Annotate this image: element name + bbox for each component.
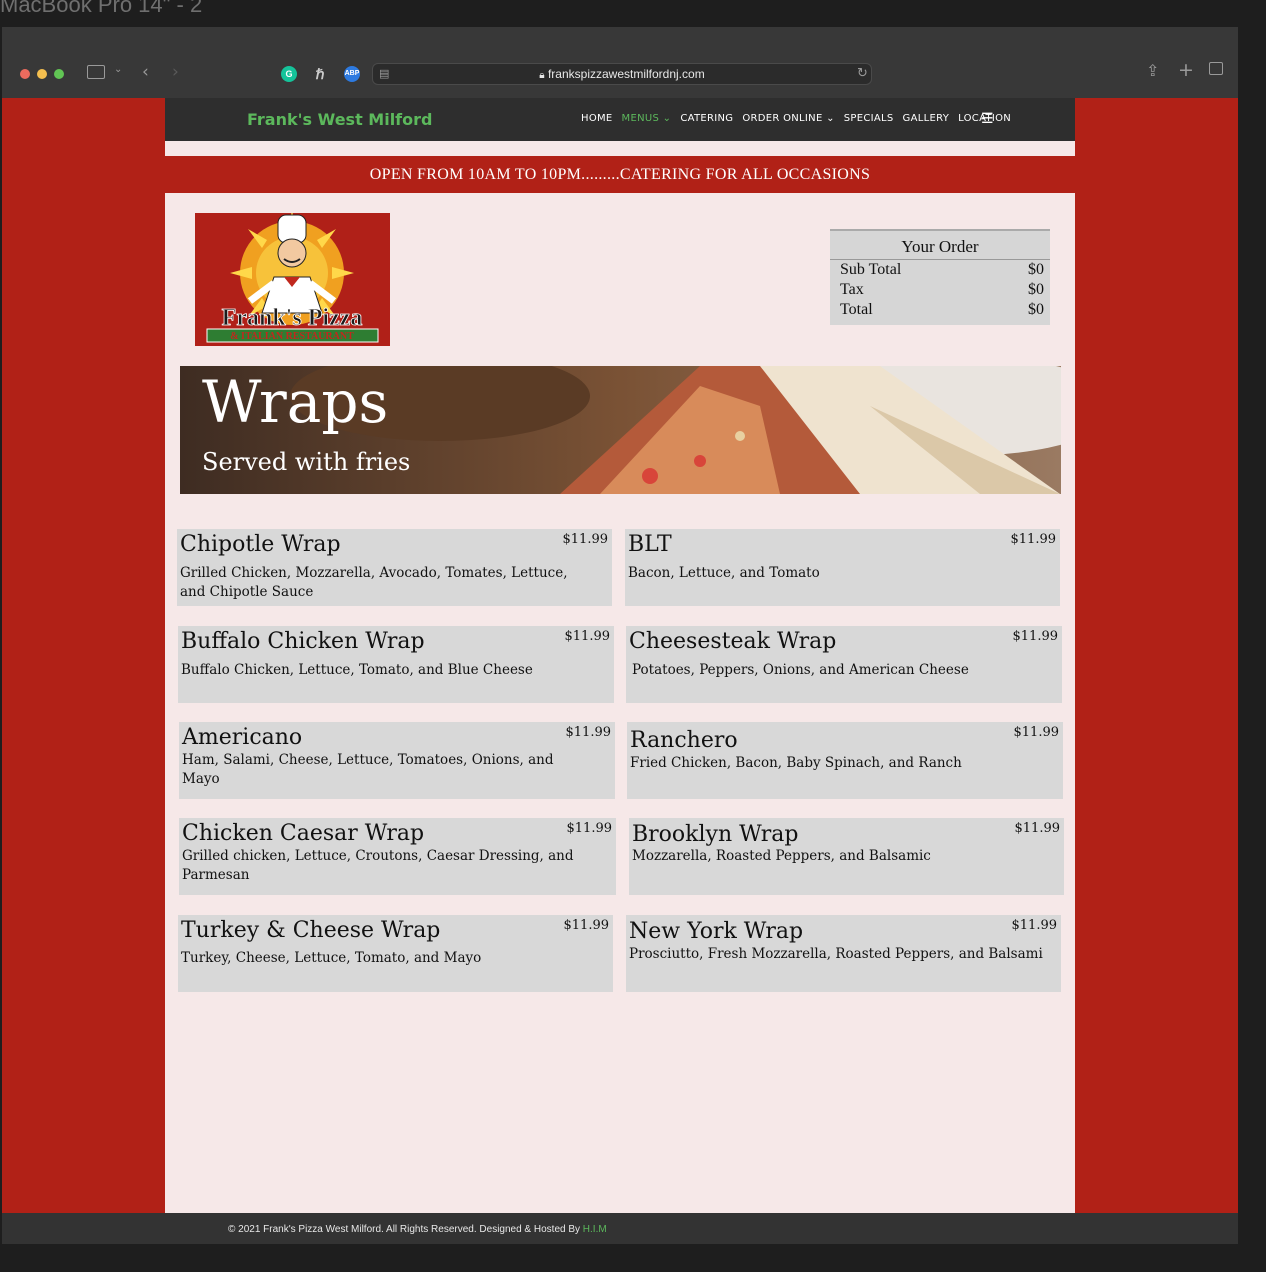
url-text: frankspizzawestmilfordnj.com bbox=[547, 67, 705, 81]
footer-designer-link[interactable]: H.I.M bbox=[583, 1224, 607, 1235]
nav-specials[interactable]: SPECIALS bbox=[844, 113, 894, 124]
menu-item-name: Turkey & Cheese Wrap bbox=[181, 918, 441, 943]
site-footer: © 2021 Frank's Pizza West Milford. All R… bbox=[2, 1213, 1238, 1244]
menu-item-price: $11.99 bbox=[1013, 725, 1060, 740]
device-frame-title: MacBook Pro 14" - 2 bbox=[0, 0, 203, 17]
reload-icon[interactable]: ↻ bbox=[857, 66, 868, 81]
menu-item-name: Chipotle Wrap bbox=[180, 532, 341, 557]
browser-window: ⌄ ‹ › G ℏ ABP ▤ 🔒︎ frankspizzawestmilfor… bbox=[2, 27, 1238, 1244]
menu-item-description: Prosciutto, Fresh Mozzarella, Roasted Pe… bbox=[629, 946, 1043, 962]
menu-item-description: Grilled chicken, Lettuce, Croutons, Caes… bbox=[182, 848, 574, 883]
menu-item[interactable]: Ranchero $11.99 Fried Chicken, Bacon, Ba… bbox=[627, 722, 1063, 799]
sidebar-toggle-icon[interactable] bbox=[87, 65, 105, 79]
menu-item-description: Grilled Chicken, Mozzarella, Avocado, To… bbox=[180, 565, 568, 600]
chevron-down-icon: ⌄ bbox=[662, 113, 672, 124]
menu-item[interactable]: Cheesesteak Wrap $11.99 Potatoes, Pepper… bbox=[626, 626, 1062, 703]
order-summary: Your Order Sub Total $0 Tax $0 Total $0 bbox=[830, 229, 1050, 325]
svg-text:Frank's Pizza: Frank's Pizza bbox=[222, 305, 363, 331]
nav-menu: HOME MENUS ⌄ CATERING ORDER ONLINE ⌄ SPE… bbox=[581, 113, 1011, 124]
lock-icon: 🔒︎ bbox=[539, 70, 545, 81]
menu-item-description: Fried Chicken, Bacon, Baby Spinach, and … bbox=[630, 755, 962, 771]
menu-item[interactable]: Buffalo Chicken Wrap $11.99 Buffalo Chic… bbox=[178, 626, 614, 703]
honey-extension-icon[interactable]: ℏ bbox=[312, 66, 328, 82]
chevron-down-icon: ⌄ bbox=[826, 113, 835, 124]
forward-arrow-icon[interactable]: › bbox=[172, 62, 179, 82]
hours-banner: OPEN FROM 10AM TO 10PM.........CATERING … bbox=[165, 156, 1075, 193]
menu-item-description: Buffalo Chicken, Lettuce, Tomato, and Bl… bbox=[181, 662, 533, 678]
menu-item-price: $11.99 bbox=[562, 532, 609, 547]
site-brand[interactable]: Frank's West Milford bbox=[247, 110, 432, 129]
chevron-down-icon[interactable]: ⌄ bbox=[114, 64, 122, 75]
svg-text:& ITALIAN RESTAURANT: & ITALIAN RESTAURANT bbox=[230, 331, 354, 342]
menu-item-description: Potatoes, Peppers, Onions, and American … bbox=[632, 662, 969, 678]
menu-item-description: Mozzarella, Roasted Peppers, and Balsami… bbox=[632, 848, 931, 864]
order-subtotal-row: Sub Total $0 bbox=[840, 261, 1044, 278]
menu-item-price: $11.99 bbox=[563, 918, 610, 933]
menu-item-description: Ham, Salami, Cheese, Lettuce, Tomatoes, … bbox=[182, 752, 554, 787]
order-title: Your Order bbox=[901, 237, 979, 256]
menu-item[interactable]: New York Wrap $11.99 Prosciutto, Fresh M… bbox=[626, 915, 1061, 992]
menu-item[interactable]: Americano $11.99 Ham, Salami, Cheese, Le… bbox=[179, 722, 615, 799]
order-tax-value: $0 bbox=[1028, 281, 1044, 298]
nav-catering[interactable]: CATERING bbox=[680, 113, 733, 124]
hero-subtitle: Served with fries bbox=[202, 448, 411, 476]
menu-item[interactable]: Brooklyn Wrap $11.99 Mozzarella, Roasted… bbox=[629, 818, 1064, 895]
order-subtotal-value: $0 bbox=[1028, 261, 1044, 278]
menu-item-price: $11.99 bbox=[565, 725, 612, 740]
order-tax-row: Tax $0 bbox=[840, 281, 1044, 298]
close-window-button[interactable] bbox=[20, 69, 30, 79]
nav-gallery[interactable]: GALLERY bbox=[903, 113, 950, 124]
site-navbar: Frank's West Milford HOME MENUS ⌄ CATERI… bbox=[165, 98, 1075, 141]
back-arrow-icon[interactable]: ‹ bbox=[142, 62, 149, 82]
logo-graphic: Frank's Pizza & ITALIAN RESTAURANT bbox=[206, 213, 379, 343]
menu-item[interactable]: Turkey & Cheese Wrap $11.99 Turkey, Chee… bbox=[178, 915, 613, 992]
menu-item-name: Ranchero bbox=[630, 728, 738, 753]
nav-home[interactable]: HOME bbox=[581, 113, 613, 124]
maximize-window-button[interactable] bbox=[54, 69, 64, 79]
browser-toolbar: ⌄ ‹ › G ℏ ABP ▤ 🔒︎ frankspizzawestmilfor… bbox=[2, 27, 1238, 98]
menu-item-price: $11.99 bbox=[566, 821, 613, 836]
menu-item[interactable]: BLT $11.99 Bacon, Lettuce, and Tomato bbox=[625, 529, 1060, 606]
menu-item-description: Turkey, Cheese, Lettuce, Tomato, and May… bbox=[181, 950, 482, 966]
menu-item[interactable]: Chipotle Wrap $11.99 Grilled Chicken, Mo… bbox=[177, 529, 612, 606]
order-total-row: Total $0 bbox=[840, 301, 1044, 318]
hamburger-menu-icon[interactable]: ☰ bbox=[981, 110, 994, 127]
webpage: Frank's West Milford HOME MENUS ⌄ CATERI… bbox=[165, 98, 1075, 1213]
hero-title: Wraps bbox=[202, 368, 389, 436]
menu-item-name: Americano bbox=[182, 725, 303, 750]
tab-overview-icon[interactable] bbox=[1209, 62, 1223, 75]
franks-pizza-logo[interactable]: Frank's Pizza & ITALIAN RESTAURANT bbox=[195, 213, 390, 346]
menu-item[interactable]: Chicken Caesar Wrap $11.99 Grilled chick… bbox=[179, 818, 616, 895]
menu-item-name: Chicken Caesar Wrap bbox=[182, 821, 425, 846]
menu-item-name: Cheesesteak Wrap bbox=[629, 629, 837, 654]
menu-item-price: $11.99 bbox=[564, 629, 611, 644]
menu-item-price: $11.99 bbox=[1010, 532, 1057, 547]
share-icon[interactable]: ⇪ bbox=[1146, 61, 1159, 80]
menu-item-price: $11.99 bbox=[1014, 821, 1061, 836]
menu-item-name: BLT bbox=[628, 532, 672, 557]
footer-copyright: © 2021 Frank's Pizza West Milford. All R… bbox=[228, 1224, 607, 1235]
menu-item-price: $11.99 bbox=[1012, 629, 1059, 644]
address-bar[interactable]: ▤ 🔒︎ frankspizzawestmilfordnj.com ↻ bbox=[372, 63, 872, 85]
nav-order-online[interactable]: ORDER ONLINE ⌄ bbox=[742, 113, 834, 124]
adblock-extension-icon[interactable]: ABP bbox=[344, 66, 360, 82]
menu-item-price: $11.99 bbox=[1011, 918, 1058, 933]
new-tab-icon[interactable]: + bbox=[1178, 59, 1194, 81]
nav-menus[interactable]: MENUS ⌄ bbox=[622, 113, 672, 124]
grammarly-extension-icon[interactable]: G bbox=[281, 66, 297, 82]
menu-item-name: New York Wrap bbox=[629, 919, 804, 944]
menu-item-name: Buffalo Chicken Wrap bbox=[181, 629, 425, 654]
order-total-value: $0 bbox=[1028, 301, 1044, 318]
minimize-window-button[interactable] bbox=[37, 69, 47, 79]
menu-item-name: Brooklyn Wrap bbox=[632, 822, 799, 847]
wraps-hero-banner: Wraps Served with fries bbox=[180, 366, 1061, 494]
menu-item-description: Bacon, Lettuce, and Tomato bbox=[628, 565, 820, 581]
